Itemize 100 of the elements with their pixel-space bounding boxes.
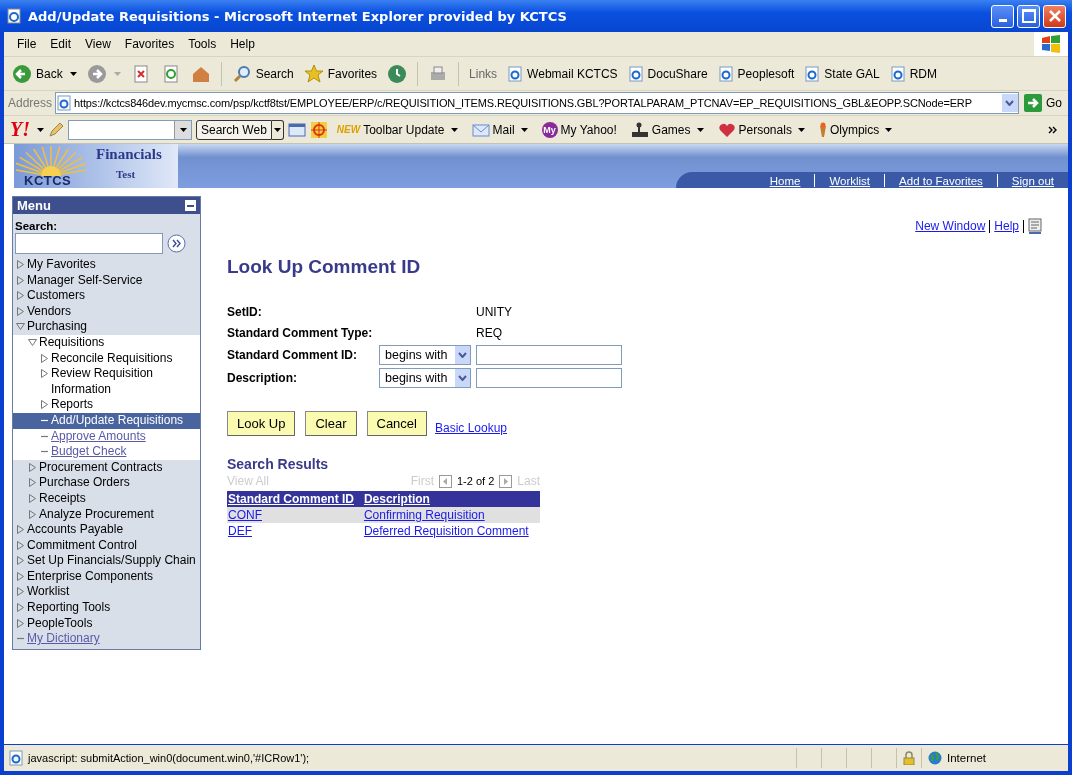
menu-item[interactable]: PeopleTools <box>13 615 200 632</box>
chevron-down-icon <box>1005 100 1015 106</box>
page-link[interactable]: New Window <box>915 219 986 233</box>
page-icon[interactable] <box>1028 218 1042 234</box>
field-label: SetID: <box>227 305 263 319</box>
yahoo-logo[interactable]: Y! <box>10 118 30 141</box>
menu-item[interactable]: Vendors <box>13 303 200 320</box>
pencil-icon <box>48 121 64 138</box>
browser-icon <box>6 8 22 24</box>
input-field[interactable] <box>476 368 622 388</box>
result-link[interactable]: Deferred Requisition Comment <box>363 524 529 538</box>
status-text: javascript: submitAction_win0(document.win0,'#ICRow1'); <box>28 752 310 764</box>
menu-bar-item[interactable]: Tools <box>181 37 224 51</box>
window-icon <box>287 121 306 138</box>
basic-lookup-link[interactable]: Basic Lookup <box>434 421 507 435</box>
toolbar-button[interactable]: Back <box>8 63 81 84</box>
action-button[interactable]: Look Up <box>227 411 296 436</box>
menu-item[interactable]: Worklist <box>13 584 200 601</box>
header-link[interactable]: Worklist <box>815 174 885 187</box>
back-icon <box>12 63 32 84</box>
column-header[interactable]: Standard Comment ID <box>227 491 363 507</box>
close-button[interactable] <box>1043 4 1066 28</box>
menu-item[interactable]: My Favorites <box>13 257 200 273</box>
dropdown-button[interactable] <box>271 119 284 140</box>
menu-item[interactable]: Requisitions <box>13 334 200 351</box>
go-button[interactable]: Go <box>1022 94 1068 112</box>
menu-item[interactable]: Customers <box>13 288 200 304</box>
page-link[interactable]: Help <box>994 219 1019 233</box>
menu-item[interactable]: Budget Check <box>13 444 200 460</box>
right-triangle-icon <box>40 400 49 410</box>
action-button[interactable]: Cancel <box>366 411 427 436</box>
search-label: Search: <box>14 219 59 233</box>
favorite-link[interactable]: Webmail KCTCS <box>503 65 622 82</box>
toolbar-button[interactable]: Olympics <box>813 121 898 138</box>
toolbar-button[interactable]: Games <box>625 121 709 138</box>
action-button[interactable]: Clear <box>305 411 357 436</box>
joystick-icon <box>630 121 649 138</box>
toolbar-button[interactable]: My My Yahoo! <box>536 121 622 138</box>
menu-item[interactable]: Reports <box>13 397 200 413</box>
page-range: 1-2 of 2 <box>457 475 495 487</box>
forward-icon <box>86 63 107 84</box>
links-label: Links <box>468 66 499 81</box>
field-value: UNITY <box>476 304 513 321</box>
operator-dropdown[interactable]: begins with <box>379 345 471 365</box>
header-link[interactable]: Add to Favorites <box>885 174 997 187</box>
sun-icon <box>16 146 86 176</box>
envelope-icon <box>471 121 490 138</box>
field-label: Standard Comment ID: <box>227 348 358 362</box>
address-field[interactable]: https://kctcs846dev.mycmsc.com/psp/kctf8tst/EMPLOYEE/ERP/c/REQUISITION_ITEMS.REQUISITIONS.GBL?PORTALPARAM_PTCNAV=EP_REQUISITIONS_GBL&EOPP.SCNode=ERP <box>55 92 1019 114</box>
menu-item[interactable]: Purchase Orders <box>13 475 200 491</box>
page-icon <box>8 750 24 766</box>
dropdown-arrow-icon <box>37 127 44 132</box>
toolbar-button[interactable]: Search <box>227 63 298 84</box>
menu-bar-item[interactable]: View <box>78 37 118 51</box>
menu-bar-item[interactable]: Help <box>223 37 262 51</box>
go-icon[interactable] <box>167 234 186 253</box>
menu-item[interactable]: Commitment Control <box>13 537 200 554</box>
favorite-link[interactable]: State GAL <box>800 65 884 82</box>
page-icon <box>507 65 524 82</box>
header-link[interactable]: Sign out <box>997 174 1068 187</box>
operator-dropdown[interactable]: begins with <box>379 368 471 388</box>
favorite-link[interactable]: DocuShare <box>623 65 712 82</box>
menu-item[interactable]: Receipts <box>13 490 200 507</box>
menu-item[interactable]: Accounts Payable <box>13 522 200 538</box>
menu-bar-item[interactable]: Edit <box>43 37 79 51</box>
field-label: Description: <box>227 371 298 385</box>
toolbar-button[interactable]: Favorites <box>299 63 382 84</box>
previous-icon <box>439 474 452 488</box>
column-header[interactable]: Description <box>362 491 540 507</box>
result-link[interactable]: DEF <box>228 524 252 538</box>
favorite-link[interactable]: Peoplesoft <box>713 65 799 82</box>
minimize-button[interactable] <box>991 4 1014 28</box>
menu-item[interactable]: My Dictionary <box>13 631 200 647</box>
header-link[interactable]: Home <box>755 174 815 187</box>
menu-item[interactable]: Purchasing <box>13 319 200 335</box>
menu-bar-item[interactable]: Favorites <box>117 37 182 51</box>
search-field[interactable] <box>68 119 192 140</box>
menu-item[interactable]: Reporting Tools <box>13 600 200 616</box>
favorite-link[interactable]: RDM <box>885 65 942 82</box>
collapse-button[interactable] <box>185 200 196 211</box>
menu-search-field[interactable] <box>15 233 163 254</box>
toolbar-button[interactable]: Personals <box>712 121 810 138</box>
input-field[interactable] <box>476 345 622 365</box>
chevron-icon[interactable] <box>1048 125 1058 134</box>
menu-title: Menu <box>17 198 51 213</box>
maximize-button[interactable] <box>1017 4 1040 28</box>
menu-item[interactable]: Procurement Contracts <box>13 459 200 476</box>
menu-item[interactable]: Enterprise Components <box>13 568 200 585</box>
dropdown-arrow-icon <box>179 127 187 132</box>
menu-bar-item[interactable]: File <box>10 37 44 51</box>
menu-item[interactable]: Manager Self-Service <box>13 272 200 289</box>
toolbar-button[interactable]: NEW Toolbar Update <box>331 122 463 137</box>
chevron-down-icon <box>458 375 467 381</box>
close-icon <box>1047 9 1062 23</box>
menu-item[interactable]: Set Up Financials/Supply Chain <box>13 553 200 569</box>
search-web-button[interactable]: Search Web <box>196 119 272 140</box>
menu-item[interactable]: Analyze Procurement <box>13 506 200 523</box>
toolbar-button[interactable]: Mail <box>466 121 533 138</box>
page-icon <box>627 65 644 82</box>
menu-item[interactable]: Review Requisition Information <box>13 366 200 398</box>
